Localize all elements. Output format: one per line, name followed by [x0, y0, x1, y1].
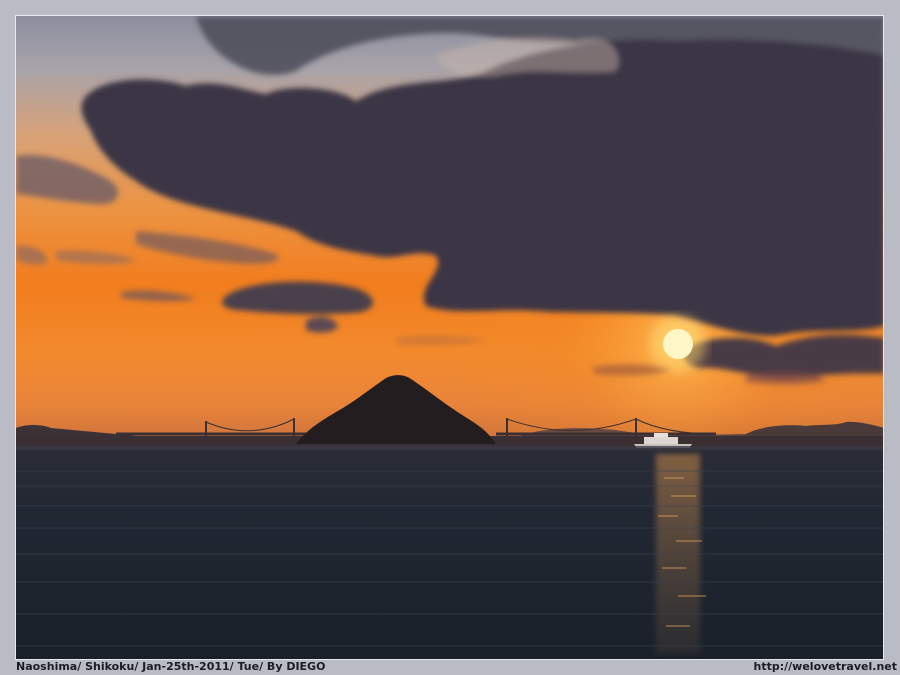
- photo-frame: [15, 15, 884, 660]
- sun: [663, 329, 693, 359]
- photo-caption: Naoshima/ Shikoku/ Jan-25th-2011/ Tue/ B…: [16, 660, 326, 673]
- website-link[interactable]: http://welovetravel.net: [754, 660, 897, 675]
- sunset-photo: [16, 16, 883, 659]
